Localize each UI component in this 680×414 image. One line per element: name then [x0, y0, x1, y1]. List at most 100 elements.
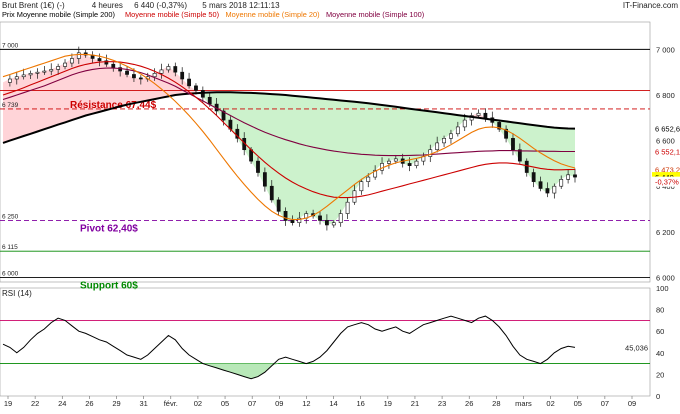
x-tick-10: 09 [275, 399, 283, 408]
candle-body [545, 188, 550, 194]
candle-body [338, 213, 343, 224]
x-tick-23: 09 [628, 399, 636, 408]
candle-body [559, 179, 564, 187]
candle-body [414, 160, 419, 166]
x-tick-20: 02 [546, 399, 554, 408]
candle-body [325, 220, 329, 226]
legend-entry-1: Moyenne mobile (Simple 50) [125, 10, 219, 19]
level-label-4: 6 115 [2, 244, 18, 251]
candle-body [352, 190, 357, 203]
candle-body [111, 63, 116, 68]
x-tick-0: 19 [4, 399, 12, 408]
candle-body [531, 172, 536, 182]
x-tick-2: 24 [58, 399, 66, 408]
legend-entry-3: Moyenne mobile (Simple 100) [326, 10, 424, 19]
rsi-tick-2: 60 [656, 327, 664, 336]
header-field-1: 4 heures [92, 1, 123, 10]
candle-body [524, 160, 529, 173]
candle-body [14, 76, 19, 80]
candle-body [262, 172, 267, 187]
x-tick-22: 07 [601, 399, 609, 408]
candle-body [180, 71, 185, 80]
candle-body [166, 66, 171, 71]
candle-body [428, 149, 433, 157]
candle-body [573, 174, 577, 178]
chart-svg: Brut Brent (1€) (-) 4 heures 6 440 (-0,37%… [0, 1, 680, 408]
x-tick-6: févr. [164, 399, 178, 408]
rsi-tick-3: 40 [656, 349, 664, 358]
candle-body [442, 138, 446, 144]
y-tick-5: 6 000 [656, 273, 675, 282]
x-tick-9: 07 [248, 399, 256, 408]
candle-body [318, 215, 322, 221]
candle-body [256, 160, 260, 173]
candle-body [380, 163, 384, 171]
candle-body [70, 58, 74, 64]
rsi-line [2, 315, 576, 380]
rsi-tick-0: 100 [656, 284, 669, 293]
rsi-tick-1: 80 [656, 306, 664, 315]
candle-body [345, 201, 350, 214]
source-label: IT-Finance.com [623, 1, 678, 10]
candle-body [42, 70, 47, 73]
x-tick-13: 16 [357, 399, 365, 408]
candle-body [56, 66, 61, 70]
candle-body [138, 77, 143, 80]
candle-body [200, 90, 205, 98]
rsi-oversold-fill [3, 363, 575, 379]
candle-body [449, 133, 453, 139]
level-label-5: 6 000 [2, 270, 19, 277]
x-tick-4: 29 [112, 399, 120, 408]
header-field-3: 5 mars 2018 12:11:13 [202, 1, 280, 10]
candle-body [552, 185, 557, 194]
candle-body [152, 73, 157, 78]
legend-entry-0: Prix Moyenne mobile (Simple 200) [2, 10, 115, 19]
x-tick-1: 22 [31, 399, 39, 408]
badge-label-4: -0,37% [655, 178, 679, 187]
rsi-label: RSI (14) [2, 289, 32, 298]
y-tick-4: 6 200 [656, 228, 675, 237]
candle-body [462, 119, 467, 128]
x-tick-21: 05 [574, 399, 582, 408]
level-annotation-5: Support 60$ [80, 280, 138, 291]
candle-body [21, 74, 26, 78]
candle-body [407, 163, 412, 166]
candle-body [207, 96, 212, 105]
header-field-2: 6 440 (-0,37%) [134, 1, 187, 10]
candle-body [194, 85, 198, 91]
x-tick-5: 31 [139, 399, 147, 408]
x-tick-12: 14 [329, 399, 337, 408]
level-annotation-3: Pivot 62,40$ [80, 223, 138, 234]
candle-body [97, 58, 102, 62]
candle-body [393, 158, 398, 162]
candle-body [435, 142, 440, 151]
level-label-3: 6 250 [2, 213, 19, 220]
x-tick-8: 05 [221, 399, 229, 408]
candle-body [49, 69, 54, 72]
x-tick-14: 19 [384, 399, 392, 408]
candle-body [511, 138, 515, 151]
badge-label-0: 6 652,6 [655, 125, 680, 134]
level-label-0: 7 000 [2, 42, 19, 49]
x-tick-16: 23 [438, 399, 446, 408]
badge-label-1: 6 552,1 [655, 148, 680, 157]
candle-body [366, 176, 371, 182]
candle-body [359, 181, 364, 192]
y-tick-0: 7 000 [656, 45, 675, 54]
candle-body [173, 66, 178, 73]
header-field-0: Brut Brent (1€) (-) [2, 1, 65, 10]
candle-body [387, 160, 391, 164]
candle-body [63, 62, 67, 67]
x-tick-18: 28 [492, 399, 500, 408]
x-tick-7: 02 [194, 399, 202, 408]
candle-body [269, 185, 274, 201]
candle-body [132, 74, 136, 79]
candle-body [476, 112, 481, 116]
candle-body [566, 174, 571, 180]
candle-body [35, 71, 40, 74]
brent-chart: Brut Brent (1€) (-) 4 heures 6 440 (-0,37%… [0, 0, 680, 409]
candle-body [125, 70, 129, 75]
candle-body [187, 78, 191, 87]
rsi-value-label: 45,036 [625, 343, 648, 352]
candle-body [76, 52, 81, 59]
